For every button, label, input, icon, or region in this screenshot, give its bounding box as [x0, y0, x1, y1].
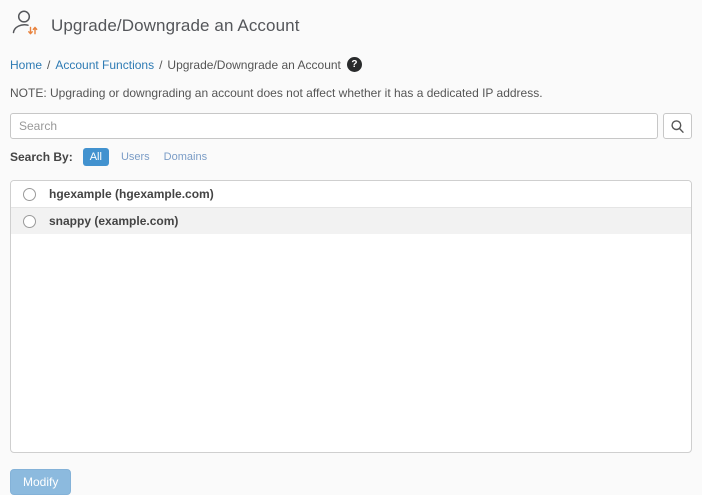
radio-button[interactable] — [23, 187, 36, 201]
breadcrumb-link-home[interactable]: Home — [10, 58, 42, 72]
help-icon[interactable]: ? — [346, 57, 362, 72]
actions-row: Modify — [10, 469, 692, 495]
search-by-row: Search By: All Users Domains — [10, 148, 692, 166]
upgrade-downgrade-account-icon — [10, 8, 40, 43]
search-input[interactable] — [10, 113, 658, 139]
breadcrumb-current-page: Upgrade/Downgrade an Account — [167, 57, 341, 72]
modify-button[interactable]: Modify — [10, 469, 72, 495]
search-by-label: Search By: — [10, 150, 73, 164]
breadcrumb: Home / Account Functions / Upgrade/Downg… — [10, 57, 692, 72]
account-label: snappy (example.com) — [49, 214, 179, 228]
account-list: hgexample (hgexample.com) snappy (exampl… — [10, 180, 692, 453]
search-row — [10, 113, 692, 139]
account-label: hgexample (hgexample.com) — [49, 187, 214, 201]
note-text: NOTE: Upgrading or downgrading an accoun… — [10, 86, 543, 100]
upgrade-downgrade-page: Upgrade/Downgrade an Account Home / Acco… — [0, 0, 702, 495]
filter-domains[interactable]: Domains — [164, 151, 207, 163]
radio-button[interactable] — [23, 214, 36, 228]
account-row-hgexample[interactable]: hgexample (hgexample.com) — [11, 181, 691, 208]
search-button[interactable] — [663, 113, 692, 139]
breadcrumb-separator: / — [47, 57, 51, 72]
page-header: Upgrade/Downgrade an Account — [10, 8, 692, 43]
page-title: Upgrade/Downgrade an Account — [51, 15, 300, 35]
breadcrumb-link-account-functions[interactable]: Account Functions — [55, 58, 154, 72]
filter-users[interactable]: Users — [121, 151, 150, 163]
breadcrumb-separator: / — [159, 57, 163, 72]
search-icon — [670, 119, 685, 134]
account-row-snappy[interactable]: snappy (example.com) — [11, 208, 691, 234]
filter-all[interactable]: All — [82, 148, 109, 166]
